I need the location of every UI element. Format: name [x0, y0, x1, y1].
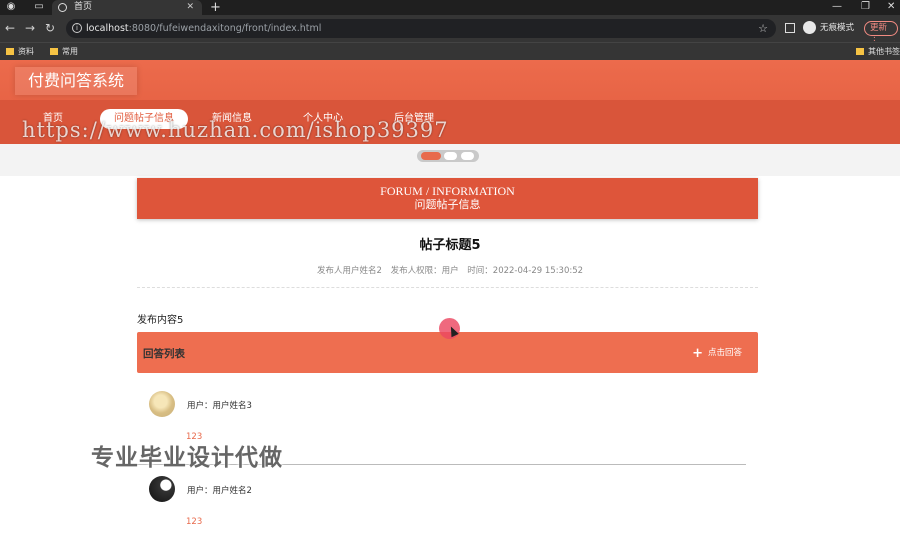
side-panel-icon[interactable]: [785, 23, 795, 33]
section-banner: FORUM / INFORMATION 问题帖子信息: [137, 178, 758, 219]
answer-user: 用户：用户姓名3: [187, 401, 252, 411]
post-body: 发布内容5: [137, 315, 184, 326]
avatar: [149, 391, 175, 417]
bookmark-label: 资料: [18, 47, 34, 56]
incognito-label: 无痕模式: [820, 23, 855, 33]
folder-icon: [6, 48, 14, 55]
tab-search-icon[interactable]: ▭: [32, 1, 46, 13]
back-icon[interactable]: ←: [5, 21, 15, 35]
address-bar-row: ← → ↻ i localhost:8080/fufeiwendaxitong/…: [0, 15, 900, 46]
browser-tab-strip: ◉ ▭ 首页 ✕ + — ❐ ✕: [0, 0, 900, 15]
folder-icon: [856, 48, 864, 55]
new-tab-icon[interactable]: +: [210, 0, 221, 15]
answer-user: 用户：用户姓名2: [187, 486, 252, 496]
other-bookmarks[interactable]: 其他书签: [856, 46, 900, 58]
window-close-icon[interactable]: ✕: [887, 0, 895, 14]
main-content: FORUM / INFORMATION 问题帖子信息 帖子标题5 发布人用户姓名…: [0, 176, 900, 536]
url-path: :8080/fufeiwendaxitong/front/index.html: [128, 23, 322, 34]
folder-icon: [50, 48, 58, 55]
carousel-dot[interactable]: [421, 152, 441, 160]
incognito-icon: [803, 21, 816, 34]
add-answer-button[interactable]: + 点击回答: [692, 346, 742, 361]
reload-icon[interactable]: ↻: [45, 21, 55, 35]
answers-title: 回答列表: [143, 348, 185, 360]
close-icon[interactable]: ✕: [186, 0, 194, 15]
browser-tab-title: 首页: [74, 2, 93, 12]
watermark: https://www.huzhan.com/ishop39397: [22, 118, 449, 142]
post-meta: 发布人用户姓名2 发布人权限：用户 时间：2022-04-29 15:30:52: [0, 264, 900, 276]
avatar: [149, 476, 175, 502]
section-title-cn: 问题帖子信息: [414, 198, 481, 211]
carousel-dot[interactable]: [444, 152, 457, 160]
bookmark-folder-changyong[interactable]: 常用: [50, 46, 78, 58]
update-button[interactable]: 更新 ⋮: [864, 21, 898, 46]
bookmarks-bar: 资料 常用 其他书签: [0, 42, 900, 60]
post-time: 时间：2022-04-29 15:30:52: [467, 266, 584, 276]
update-label: 更新: [870, 23, 888, 33]
carousel-pager: [417, 150, 479, 162]
bookmark-star-icon[interactable]: ☆: [758, 19, 768, 38]
post-role: 发布人权限：用户: [390, 266, 459, 276]
browser-menu-icon[interactable]: ◉: [4, 1, 18, 13]
post-title: 帖子标题5: [419, 238, 481, 253]
url-input[interactable]: i localhost:8080/fufeiwendaxitong/front/…: [66, 19, 776, 38]
incognito-indicator[interactable]: 无痕模式: [803, 21, 854, 35]
browser-tab[interactable]: 首页 ✕: [52, 0, 202, 15]
section-title-en: FORUM / INFORMATION: [380, 184, 515, 198]
minimize-icon[interactable]: —: [832, 0, 842, 14]
promo-overlay-text: 专业毕业设计代做: [91, 445, 283, 471]
other-bookmarks-label: 其他书签: [868, 47, 900, 56]
post-author: 发布人用户姓名2: [316, 266, 382, 276]
site-info-icon[interactable]: i: [72, 23, 82, 33]
divider: [137, 287, 758, 288]
carousel-dot[interactable]: [461, 152, 474, 160]
answer-text: 123: [186, 517, 203, 527]
plus-icon: +: [692, 346, 703, 361]
site-logo[interactable]: 付费问答系统: [15, 67, 138, 95]
forward-icon[interactable]: →: [25, 21, 35, 35]
url-host: localhost: [86, 23, 129, 34]
bookmark-folder-ziliao[interactable]: 资料: [6, 46, 34, 58]
globe-icon: [58, 3, 67, 12]
bookmark-label: 常用: [62, 47, 78, 56]
carousel: [0, 144, 900, 176]
add-answer-label: 点击回答: [707, 348, 742, 358]
maximize-icon[interactable]: ❐: [861, 0, 870, 14]
